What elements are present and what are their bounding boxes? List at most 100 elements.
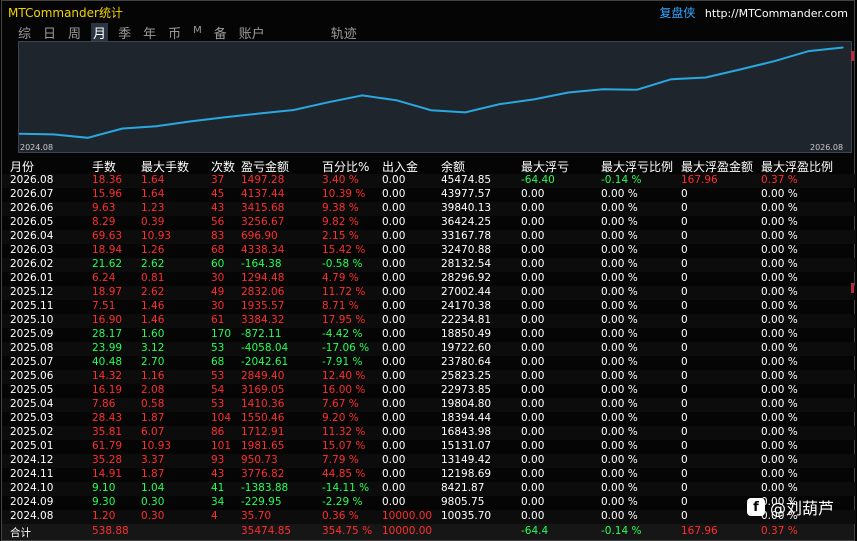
cell-max_dd_pct: 0.00 %	[601, 356, 638, 368]
tab-5[interactable]: 年	[141, 23, 158, 42]
cell-lots: 61.79	[92, 440, 123, 452]
table-row[interactable]: 2026.02 21.62 2.62 60 -164.38 -0.58 % 0.00 2813…	[2, 258, 856, 272]
column-header[interactable]: 出入金	[382, 158, 418, 175]
column-header[interactable]: 次数	[211, 158, 235, 175]
cell-max_lots: 1.23	[141, 202, 165, 214]
table-row[interactable]: 2025.06 14.32 1.16 53 2849.40 12.40 % 0.00 2582…	[2, 370, 856, 384]
table-row[interactable]: 2025.11 7.51 1.46 30 1935.57 8.71 % 0.00 24170.…	[2, 300, 856, 314]
tab-7[interactable]: M	[191, 23, 204, 41]
cell-max_fp: 0	[681, 398, 688, 410]
cell-balance: 32470.88	[441, 244, 492, 256]
table-row[interactable]: 2025.02 35.81 6.07 86 1712.91 11.32 % 0.00 1684…	[2, 426, 856, 440]
table-row[interactable]: 2024.11 14.91 1.87 43 3776.82 44.85 % 0.00 1219…	[2, 468, 856, 482]
table-row[interactable]: 2024.12 35.28 3.37 93 950.73 7.79 % 0.00 13149.…	[2, 454, 856, 468]
column-header[interactable]: 百分比%	[322, 158, 369, 175]
cell-lots: 35.81	[92, 426, 123, 438]
cell-lots: 1.20	[92, 510, 116, 522]
cell-month: 2024.08	[10, 510, 54, 522]
table-row[interactable]: 2024.09 9.30 0.30 34 -229.95 -2.29 % 0.00 9805.…	[2, 496, 856, 510]
tab-6[interactable]: 币	[166, 23, 183, 42]
cell-lots: 28.43	[92, 412, 123, 424]
cell-max_dd_pct: 0.00 %	[601, 468, 638, 480]
tab-0[interactable]: 综	[16, 23, 33, 42]
table-row[interactable]: 2026.04 69.63 10.93 83 696.90 2.15 % 0.00 33167…	[2, 230, 856, 244]
cell-max_lots: 6.07	[141, 426, 165, 438]
table-row[interactable]: 2024.10 9.10 1.04 41 -1383.88 -14.11 % 0.00 842…	[2, 482, 856, 496]
cell-flow: 0.00	[382, 328, 406, 340]
table-row[interactable]: 2025.07 40.48 2.70 68 -2042.61 -7.91 % 0.00 237…	[2, 356, 856, 370]
table-row[interactable]: 2025.08 23.99 3.12 53 -4058.04 -17.06 % 0.00 19…	[2, 342, 856, 356]
tab-3[interactable]: 月	[91, 23, 109, 42]
equity-point	[155, 125, 158, 128]
tab-2[interactable]: 周	[66, 23, 83, 42]
cell-pnl: 3256.67	[241, 216, 285, 228]
equity-point	[670, 78, 673, 80]
cell-max_dd: 0.00	[521, 454, 545, 466]
cell-flow: 0.00	[382, 272, 406, 284]
table-row[interactable]: 2025.04 7.86 0.58 53 1410.36 7.67 % 0.00 19804.…	[2, 398, 856, 412]
tab-1[interactable]: 日	[41, 23, 58, 42]
table-row[interactable]: 2026.03 18.94 1.26 68 4338.34 15.42 % 0.00 3247…	[2, 244, 856, 258]
column-header[interactable]: 手数	[92, 158, 116, 175]
cell-trades: 30	[211, 272, 225, 284]
brand-url[interactable]: http://MTCommander.com	[705, 7, 848, 20]
cell-balance: 36424.25	[441, 216, 492, 228]
table-row[interactable]: 2025.01 61.79 10.93 101 1981.65 15.07 % 0.00 15…	[2, 440, 856, 454]
cell-max_dd: 0.00	[521, 188, 545, 200]
column-header[interactable]: 余额	[441, 158, 465, 175]
x-end-label: 2026.08	[810, 143, 844, 152]
column-header[interactable]: 最大浮亏比例	[601, 158, 673, 175]
column-header[interactable]: 最大浮盈比例	[761, 158, 833, 175]
table-row[interactable]: 2026.07 15.96 1.64 45 4137.44 10.39 % 0.00 4397…	[2, 188, 856, 202]
cell-max_fp: 0	[681, 202, 688, 214]
table-row[interactable]: 2026.08 18.36 1.64 37 1497.28 3.40 % 0.00 45474…	[2, 174, 856, 188]
cell-lots: 9.10	[92, 482, 116, 494]
cell-balance: 22234.81	[441, 314, 492, 326]
table-row[interactable]: 2025.12 18.97 2.62 49 2832.06 11.72 % 0.00 2700…	[2, 286, 856, 300]
cell-max_dd: 0.00	[521, 314, 545, 326]
column-header[interactable]: 最大浮亏	[521, 158, 569, 175]
cell-trades: 83	[211, 230, 225, 242]
cell-lots: 15.96	[92, 188, 123, 200]
cell-pct: 8.71 %	[322, 300, 359, 312]
cell-max_dd_pct: 0.00 %	[601, 384, 638, 396]
cell-max_lots: 1.64	[141, 174, 165, 186]
cell-max_fp_pct: 0.00 %	[761, 342, 798, 354]
watermark: f @刘葫芦	[747, 495, 834, 519]
table-row[interactable]: 2024.08 1.20 0.30 4 35.70 0.36 % 10000.00 10035…	[2, 510, 856, 524]
table-row[interactable]: 2026.05 8.29 0.39 56 3256.67 9.82 % 0.00 36424.…	[2, 216, 856, 230]
cell-flow: 0.00	[382, 398, 406, 410]
cell-month: 2026.07	[10, 188, 54, 200]
table-row[interactable]: 2025.10 16.90 1.46 61 3384.32 17.95 % 0.00 2223…	[2, 314, 856, 328]
total-max_dd_pct: -0.14 %	[601, 525, 642, 537]
cell-month: 2026.02	[10, 258, 54, 270]
cell-max_lots: 2.62	[141, 258, 165, 270]
tab-4[interactable]: 季	[116, 23, 133, 42]
cell-max_lots: 1.16	[141, 370, 165, 382]
tab-10[interactable]: 轨迹	[329, 23, 359, 42]
table-row[interactable]: 2026.06 9.63 1.23 43 3415.68 9.38 % 0.00 39840.…	[2, 202, 856, 216]
column-header[interactable]: 最大手数	[141, 158, 189, 175]
tab-8[interactable]: 备	[212, 23, 229, 42]
cell-max_dd: 0.00	[521, 258, 545, 270]
cell-balance: 18850.49	[441, 328, 492, 340]
equity-point	[807, 50, 810, 52]
cell-max_lots: 1.60	[141, 328, 165, 340]
cell-flow: 0.00	[382, 230, 406, 242]
column-header[interactable]: 最大浮盈金额	[681, 158, 753, 175]
cell-lots: 7.86	[92, 398, 116, 410]
brand-name[interactable]: 复盘侠	[659, 6, 695, 20]
table-row[interactable]: 2025.05 16.19 2.08 54 3169.05 16.00 % 0.00 2297…	[2, 384, 856, 398]
cell-max_dd: 0.00	[521, 286, 545, 298]
cell-month: 2025.01	[10, 440, 54, 452]
cell-pct: 10.39 %	[322, 188, 366, 200]
table-row[interactable]: 2026.01 6.24 0.81 30 1294.48 4.79 % 0.00 28296.…	[2, 272, 856, 286]
cell-flow: 0.00	[382, 216, 406, 228]
table-row[interactable]: 2025.03 28.43 1.87 104 1550.46 9.20 % 0.00 1839…	[2, 412, 856, 426]
column-header[interactable]: 盈亏金额	[241, 158, 289, 175]
table-row[interactable]: 2025.09 28.17 1.60 170 -872.11 -4.42 % 0.00 188…	[2, 328, 856, 342]
cell-max_dd: 0.00	[521, 356, 545, 368]
tab-9[interactable]: 账户	[237, 23, 267, 42]
column-header[interactable]: 月份	[10, 158, 34, 175]
cell-pct: 17.95 %	[322, 314, 366, 326]
